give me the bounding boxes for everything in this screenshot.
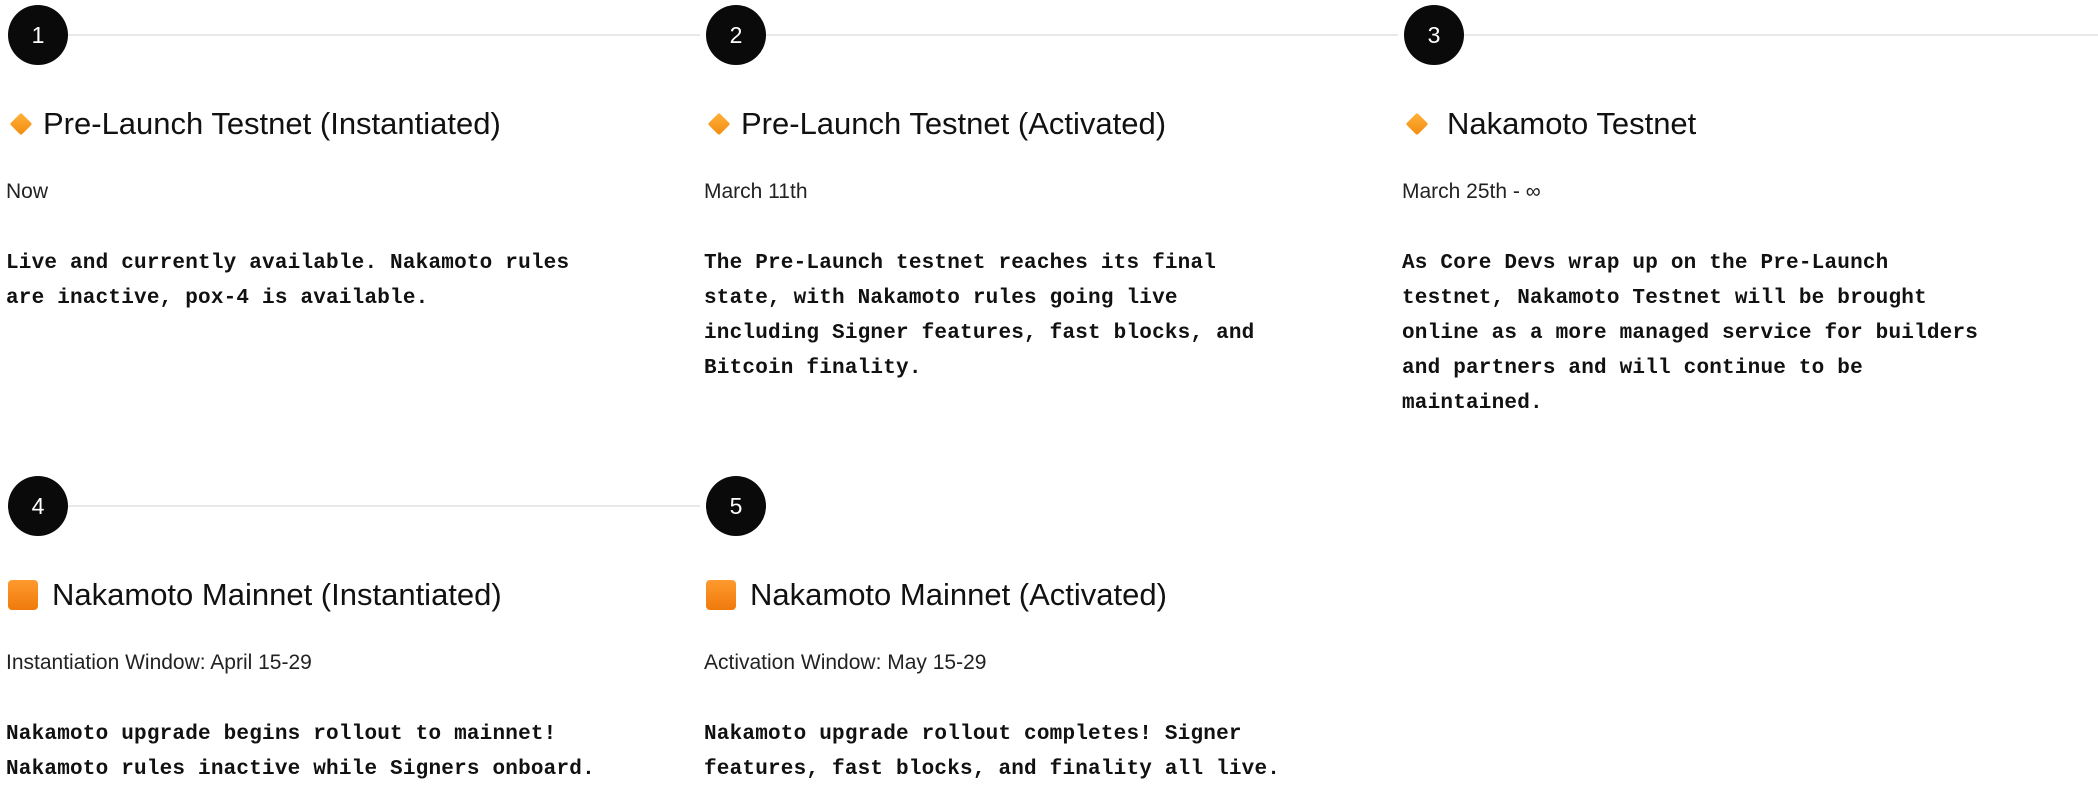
step-description: Live and currently available. Nakamoto r…	[6, 246, 666, 316]
orange-diamond-icon	[1405, 112, 1429, 136]
timeline-connector-line	[1426, 34, 2098, 36]
orange-diamond-icon	[707, 112, 731, 136]
step-title: Nakamoto Mainnet (Instantiated)	[8, 577, 502, 613]
step-title-text: Nakamoto Mainnet (Instantiated)	[52, 577, 502, 612]
description-line: The Pre-Launch testnet reaches its final	[704, 252, 1217, 275]
step-number-badge: 5	[706, 476, 766, 536]
description-line: testnet, Nakamoto Testnet will be brough…	[1402, 287, 1927, 310]
step-date: Now	[6, 180, 49, 203]
orange-diamond-icon	[9, 112, 33, 136]
description-line: Bitcoin finality.	[704, 357, 922, 380]
description-line: Nakamoto upgrade begins rollout to mainn…	[6, 723, 557, 746]
description-line: Nakamoto upgrade rollout completes! Sign…	[704, 723, 1242, 746]
step-description: The Pre-Launch testnet reaches its final…	[704, 246, 1364, 386]
step-description: Nakamoto upgrade begins rollout to mainn…	[6, 717, 666, 787]
step-number-badge: 1	[8, 5, 68, 65]
step-title-text: Pre-Launch Testnet (Activated)	[741, 106, 1167, 141]
step-title-text: Pre-Launch Testnet (Instantiated)	[43, 106, 501, 141]
description-line: are inactive, pox-4 is available.	[6, 287, 429, 310]
step-date: Instantiation Window: April 15-29	[6, 651, 312, 674]
step-number-badge: 3	[1404, 5, 1464, 65]
step-date: March 25th - ∞	[1402, 180, 1541, 203]
description-line: including Signer features, fast blocks, …	[704, 322, 1255, 345]
step-date: Activation Window: May 15-29	[704, 651, 987, 674]
step-title: Pre-Launch Testnet (Instantiated)	[8, 106, 501, 142]
step-title-text: Nakamoto Mainnet (Activated)	[750, 577, 1167, 612]
step-title: Pre-Launch Testnet (Activated)	[706, 106, 1166, 142]
description-line: Nakamoto rules inactive while Signers on…	[6, 758, 595, 781]
description-line: As Core Devs wrap up on the Pre-Launch	[1402, 252, 1889, 275]
timeline-connector-line	[30, 505, 700, 507]
step-date: March 11th	[704, 180, 808, 203]
step-title-text: Nakamoto Testnet	[1447, 106, 1697, 141]
description-line: and partners and will continue to be	[1402, 357, 1863, 380]
timeline-connector-line	[30, 34, 700, 36]
description-line: online as a more managed service for bui…	[1402, 322, 1979, 345]
orange-square-icon	[706, 580, 736, 610]
description-line: features, fast blocks, and finality all …	[704, 758, 1281, 781]
description-line: Live and currently available. Nakamoto r…	[6, 252, 570, 275]
step-description: Nakamoto upgrade rollout completes! Sign…	[704, 717, 1364, 787]
timeline-connector-line	[728, 34, 1398, 36]
orange-square-icon	[8, 580, 38, 610]
step-title: Nakamoto Mainnet (Activated)	[706, 577, 1167, 613]
description-line: state, with Nakamoto rules going live	[704, 287, 1178, 310]
step-title: Nakamoto Testnet	[1404, 106, 1696, 142]
step-description: As Core Devs wrap up on the Pre-Launch t…	[1402, 246, 2062, 421]
description-line: maintained.	[1402, 392, 1543, 415]
step-number-badge: 4	[8, 476, 68, 536]
step-number-badge: 2	[706, 5, 766, 65]
